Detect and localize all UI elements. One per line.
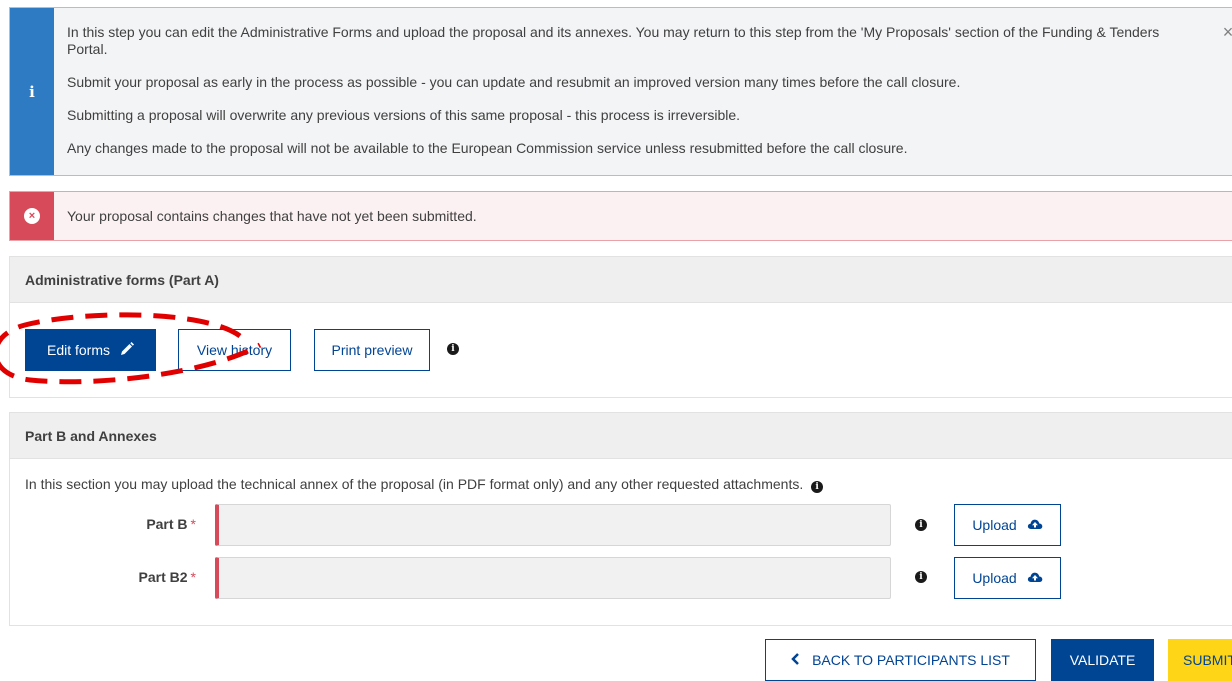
info-circle-icon[interactable]: i	[811, 481, 824, 493]
pencil-icon	[120, 341, 134, 359]
error-alert: × Your proposal contains changes that ha…	[9, 191, 1232, 241]
part-b-description-text: In this section you may upload the techn…	[25, 476, 804, 492]
field-label-text: Part B2	[138, 569, 188, 585]
error-alert-message: Your proposal contains changes that have…	[67, 208, 477, 224]
administrative-forms-panel: Administrative forms (Part A) Edit forms…	[9, 256, 1232, 398]
part-b-file-field[interactable]	[215, 504, 891, 546]
upload-label: Upload	[972, 517, 1017, 533]
print-preview-label: Print preview	[331, 342, 413, 358]
info-alert-content: In this step you can edit the Administra…	[67, 24, 1198, 173]
panel-title: Part B and Annexes	[10, 413, 1232, 459]
info-circle-icon[interactable]: i	[447, 343, 459, 355]
required-marker: *	[190, 516, 196, 532]
info-alert-sidebar: i	[10, 8, 54, 175]
info-alert: i In this step you can edit the Administ…	[9, 7, 1232, 176]
view-history-label: View history	[196, 342, 273, 358]
submit-label: SUBMIT	[1183, 652, 1232, 668]
info-alert-line: Submit your proposal as early in the pro…	[67, 74, 961, 90]
print-preview-button[interactable]: Print preview	[314, 329, 430, 371]
info-circle-icon[interactable]: i	[915, 519, 927, 531]
part-b-label: Part B *	[16, 516, 196, 532]
upload-part-b2-button[interactable]: Upload	[954, 557, 1061, 599]
view-history-button[interactable]: View history	[178, 329, 291, 371]
edit-forms-label: Edit forms	[46, 342, 110, 358]
submit-button[interactable]: SUBMIT	[1168, 639, 1232, 681]
validate-button[interactable]: VALIDATE	[1051, 639, 1154, 681]
part-b-description: In this section you may upload the techn…	[25, 476, 824, 493]
part-b2-file-field[interactable]	[215, 557, 891, 599]
part-b2-label: Part B2 *	[16, 569, 196, 585]
cloud-upload-icon	[1027, 517, 1043, 533]
close-icon[interactable]: ×	[1218, 22, 1232, 42]
edit-forms-button[interactable]: Edit forms	[25, 329, 156, 371]
field-label-text: Part B	[146, 516, 188, 532]
upload-label: Upload	[972, 570, 1017, 586]
info-alert-line: Submitting a proposal will overwrite any…	[67, 107, 741, 123]
part-b-panel: Part B and Annexes In this section you m…	[9, 412, 1232, 626]
required-marker: *	[190, 569, 196, 585]
info-alert-line: In this step you can edit the Administra…	[67, 24, 1160, 57]
info-icon: i	[29, 82, 35, 101]
panel-title: Administrative forms (Part A)	[10, 257, 1232, 303]
info-alert-line: Any changes made to the proposal will no…	[67, 140, 908, 156]
back-label: BACK TO PARTICIPANTS LIST	[812, 652, 1010, 668]
cloud-upload-icon	[1027, 570, 1043, 586]
upload-part-b-button[interactable]: Upload	[954, 504, 1061, 546]
error-icon: ×	[24, 208, 40, 224]
chevron-left-icon	[791, 652, 800, 668]
back-to-participants-button[interactable]: BACK TO PARTICIPANTS LIST	[765, 639, 1036, 681]
error-alert-sidebar: ×	[10, 192, 54, 240]
info-circle-icon[interactable]: i	[915, 571, 927, 583]
validate-label: VALIDATE	[1069, 652, 1136, 668]
